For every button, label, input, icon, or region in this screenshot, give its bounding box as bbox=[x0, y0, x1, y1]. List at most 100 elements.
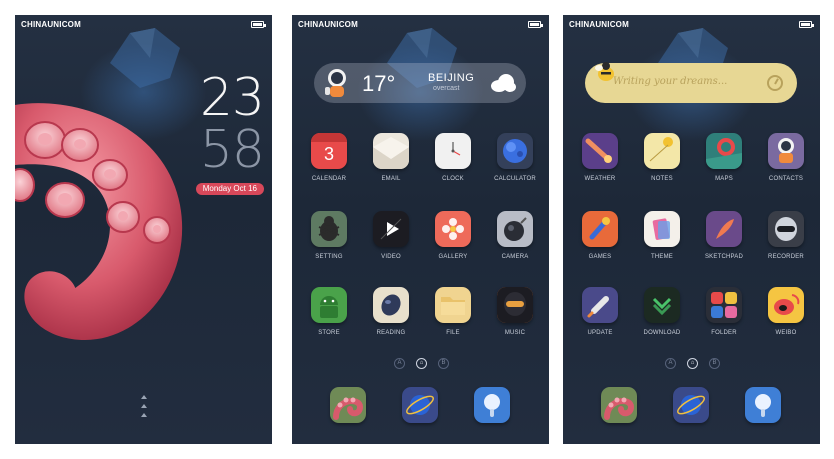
app-calculator[interactable]: CALCULATOR bbox=[487, 133, 543, 182]
app-email[interactable]: EMAIL bbox=[363, 133, 419, 182]
app-weather[interactable]: WEATHER bbox=[572, 133, 628, 182]
dock-browser-icon[interactable] bbox=[402, 387, 438, 423]
app-label: RECORDER bbox=[768, 254, 804, 260]
app-label: THEME bbox=[651, 254, 673, 260]
app-file[interactable]: FILE bbox=[425, 287, 481, 336]
notes-widget[interactable]: Writing your dreams... bbox=[585, 62, 797, 103]
status-bar: CHINAUNICOM bbox=[15, 15, 272, 35]
page-dot-home[interactable]: ⌂ bbox=[687, 358, 698, 369]
app-label: GALLERY bbox=[438, 254, 468, 260]
dock-octopus-icon[interactable] bbox=[330, 387, 366, 423]
app-maps[interactable]: MAPS bbox=[696, 133, 752, 182]
app-store[interactable]: STORE bbox=[301, 287, 357, 336]
weibo-icon bbox=[768, 287, 804, 323]
carrier-label: CHINAUNICOM bbox=[569, 20, 629, 29]
app-label: WEATHER bbox=[584, 176, 616, 182]
clock-face-icon bbox=[435, 133, 471, 169]
page-dot-b[interactable]: B bbox=[709, 358, 720, 369]
rocket-icon bbox=[582, 287, 618, 323]
planet-icon bbox=[497, 133, 533, 169]
app-label: VIDEO bbox=[381, 254, 401, 260]
dock-search-icon[interactable] bbox=[745, 387, 781, 423]
page-dot-a[interactable]: A bbox=[394, 358, 405, 369]
octopus-tentacle-art bbox=[15, 103, 183, 340]
carrier-label: CHINAUNICOM bbox=[298, 20, 358, 29]
helmet-icon bbox=[497, 287, 533, 323]
app-folder[interactable]: FOLDER bbox=[696, 287, 752, 336]
app-camera[interactable]: CAMERA bbox=[487, 211, 543, 260]
app-sketchpad[interactable]: SKETCHPAD bbox=[696, 211, 752, 260]
app-label: MAPS bbox=[715, 176, 733, 182]
app-label: STORE bbox=[318, 330, 340, 336]
theme-icon bbox=[644, 211, 680, 247]
app-label: EMAIL bbox=[381, 176, 401, 182]
lock-screen: CHINAUNICOM 23 58 Monday Oct 16 bbox=[15, 15, 272, 444]
app-label: FILE bbox=[446, 330, 460, 336]
folder-icon bbox=[435, 287, 471, 323]
battery-icon bbox=[251, 21, 266, 28]
app-calendar[interactable]: 3 CALENDAR bbox=[301, 133, 357, 182]
weather-temperature: 17° bbox=[362, 71, 396, 96]
app-label: FOLDER bbox=[711, 330, 737, 336]
bomb-camera-icon bbox=[497, 211, 533, 247]
weather-widget[interactable]: 17° BEIJING overcast bbox=[314, 63, 526, 103]
clock-minute: 58 bbox=[199, 120, 265, 180]
note-bee-icon bbox=[644, 133, 680, 169]
app-reading[interactable]: READING bbox=[363, 287, 419, 336]
app-weibo[interactable]: WEIBO bbox=[758, 287, 814, 336]
astronaut-icon bbox=[768, 133, 804, 169]
android-icon bbox=[311, 287, 347, 323]
app-label: SKETCHPAD bbox=[704, 254, 744, 260]
calendar-icon: 3 bbox=[311, 133, 347, 169]
app-gallery[interactable]: GALLERY bbox=[425, 211, 481, 260]
app-contacts[interactable]: CONTACTS bbox=[758, 133, 814, 182]
app-update[interactable]: UPDATE bbox=[572, 287, 628, 336]
app-label: GAMES bbox=[588, 254, 612, 260]
book-icon bbox=[373, 287, 409, 323]
calendar-day: 3 bbox=[323, 144, 334, 164]
notes-placeholder: Writing your dreams... bbox=[613, 76, 728, 87]
page-indicator[interactable]: A ⌂ B bbox=[392, 358, 452, 370]
app-label: READING bbox=[376, 330, 406, 336]
app-music[interactable]: MUSIC bbox=[487, 287, 543, 336]
page-indicator[interactable]: A ⌂ B bbox=[663, 358, 723, 370]
app-label: CAMERA bbox=[501, 254, 529, 260]
app-label: SETTING bbox=[315, 254, 343, 260]
page-dot-a[interactable]: A bbox=[665, 358, 676, 369]
app-recorder[interactable]: RECORDER bbox=[758, 211, 814, 260]
flower-icon bbox=[435, 211, 471, 247]
carrier-label: CHINAUNICOM bbox=[21, 20, 81, 29]
download-arrow-icon bbox=[644, 287, 680, 323]
swipe-up-indicator[interactable] bbox=[139, 395, 149, 422]
app-games[interactable]: GAMES bbox=[572, 211, 628, 260]
rocket-game-icon bbox=[582, 211, 618, 247]
folder-grid-icon bbox=[706, 287, 742, 323]
app-video[interactable]: VIDEO bbox=[363, 211, 419, 260]
status-bar: CHINAUNICOM bbox=[292, 15, 549, 35]
map-pin-icon bbox=[706, 133, 742, 169]
page-dot-b[interactable]: B bbox=[438, 358, 449, 369]
battery-icon bbox=[528, 21, 543, 28]
date-pill: Monday Oct 16 bbox=[195, 183, 264, 195]
envelope-icon bbox=[373, 133, 409, 169]
app-theme[interactable]: THEME bbox=[634, 211, 690, 260]
alarm-icon[interactable] bbox=[767, 75, 783, 91]
app-label: CONTACTS bbox=[768, 176, 804, 182]
comet-icon bbox=[582, 133, 618, 169]
page-dot-home[interactable]: ⌂ bbox=[416, 358, 427, 369]
app-clock[interactable]: CLOCK bbox=[425, 133, 481, 182]
battery-icon bbox=[799, 21, 814, 28]
weather-condition: overcast bbox=[433, 85, 460, 92]
dock-browser-icon[interactable] bbox=[673, 387, 709, 423]
feather-icon bbox=[706, 211, 742, 247]
app-download[interactable]: DOWNLOAD bbox=[634, 287, 690, 336]
app-setting[interactable]: SETTING bbox=[301, 211, 357, 260]
helmet-recorder-icon bbox=[768, 211, 804, 247]
app-label: CALCULATOR bbox=[494, 176, 536, 182]
bug-gear-icon bbox=[311, 211, 347, 247]
dock-octopus-icon[interactable] bbox=[601, 387, 637, 423]
app-label: CLOCK bbox=[442, 176, 464, 182]
dock-search-icon[interactable] bbox=[474, 387, 510, 423]
app-notes[interactable]: NOTES bbox=[634, 133, 690, 182]
app-label: DOWNLOAD bbox=[643, 330, 681, 336]
